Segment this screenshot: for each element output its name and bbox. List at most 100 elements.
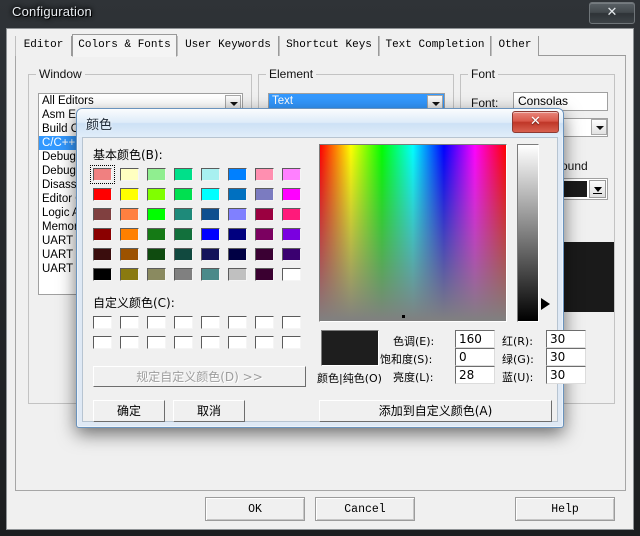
basic-color-swatch[interactable] [120, 268, 139, 281]
basic-color-swatch[interactable] [228, 208, 247, 221]
basic-color-swatch[interactable] [174, 208, 193, 221]
basic-color-swatch[interactable] [174, 248, 193, 261]
basic-color-swatch[interactable] [93, 268, 112, 281]
basic-color-swatch[interactable] [282, 188, 301, 201]
basic-color-swatch[interactable] [228, 248, 247, 261]
element-list-item-text[interactable]: Text [269, 94, 444, 108]
close-icon[interactable]: ✕ [512, 111, 559, 133]
basic-color-swatch[interactable] [282, 168, 301, 181]
color-dialog-titlebar: 颜色 ✕ [77, 109, 563, 137]
color-dialog-ok-button[interactable]: 确定 [93, 400, 165, 422]
add-to-custom-colors-button[interactable]: 添加到自定义颜色(A) [319, 400, 552, 422]
hue-label: 色调(E): [393, 335, 435, 348]
basic-color-swatch[interactable] [228, 268, 247, 281]
close-icon[interactable]: ✕ [589, 2, 635, 24]
basic-color-swatch[interactable] [255, 248, 274, 261]
custom-color-swatch[interactable] [93, 316, 112, 329]
basic-color-swatch[interactable] [93, 248, 112, 261]
basic-color-swatch[interactable] [147, 268, 166, 281]
help-button[interactable]: Help [515, 497, 615, 521]
define-custom-colors-button[interactable]: 规定自定义颜色(D) >> [93, 366, 306, 387]
basic-color-swatch[interactable] [255, 208, 274, 221]
saturation-input[interactable]: 0 [455, 348, 495, 366]
custom-color-swatch[interactable] [174, 316, 193, 329]
basic-color-swatch[interactable] [201, 188, 220, 201]
custom-color-swatch[interactable] [93, 336, 112, 349]
basic-color-swatch[interactable] [228, 228, 247, 241]
basic-color-swatch[interactable] [255, 188, 274, 201]
green-input[interactable]: 30 [546, 348, 586, 366]
basic-color-swatch[interactable] [93, 188, 112, 201]
tab-other[interactable]: Other [491, 36, 539, 56]
basic-color-swatch[interactable] [201, 268, 220, 281]
custom-color-swatch[interactable] [228, 316, 247, 329]
basic-color-swatch[interactable] [228, 168, 247, 181]
basic-color-swatch[interactable] [120, 168, 139, 181]
basic-color-swatch[interactable] [90, 165, 115, 184]
basic-color-swatch[interactable] [147, 228, 166, 241]
basic-color-swatch[interactable] [282, 268, 301, 281]
basic-color-swatch[interactable] [120, 208, 139, 221]
basic-color-swatch[interactable] [282, 248, 301, 261]
chevron-down-icon[interactable] [591, 119, 607, 135]
red-input[interactable]: 30 [546, 330, 586, 348]
custom-color-swatch[interactable] [255, 316, 274, 329]
basic-color-swatch[interactable] [174, 268, 193, 281]
basic-color-swatch[interactable] [201, 248, 220, 261]
custom-color-swatch[interactable] [201, 336, 220, 349]
tab-shortcut-keys[interactable]: Shortcut Keys [279, 36, 379, 56]
basic-colors-grid[interactable] [90, 165, 313, 288]
luminance-input[interactable]: 28 [455, 366, 495, 384]
basic-color-swatch[interactable] [255, 268, 274, 281]
custom-colors-grid[interactable] [93, 316, 313, 356]
window-list-item-all-editors[interactable]: All Editors [39, 94, 242, 108]
basic-color-swatch[interactable] [201, 228, 220, 241]
background-label: ound [561, 159, 588, 173]
blue-input[interactable]: 30 [546, 366, 586, 384]
basic-color-swatch[interactable] [120, 228, 139, 241]
chevron-down-icon[interactable] [589, 180, 606, 198]
basic-color-swatch[interactable] [282, 228, 301, 241]
basic-color-swatch[interactable] [174, 168, 193, 181]
basic-color-swatch[interactable] [201, 208, 220, 221]
custom-color-swatch[interactable] [255, 336, 274, 349]
luminance-slider-arrow[interactable] [541, 298, 550, 311]
basic-color-swatch[interactable] [174, 228, 193, 241]
blue-label: 蓝(U): [502, 371, 534, 384]
tab-user-keywords[interactable]: User Keywords [177, 36, 279, 56]
basic-color-swatch[interactable] [228, 188, 247, 201]
custom-color-swatch[interactable] [174, 336, 193, 349]
basic-color-swatch[interactable] [147, 208, 166, 221]
basic-color-swatch[interactable] [174, 188, 193, 201]
color-spectrum[interactable] [319, 144, 507, 322]
basic-color-swatch[interactable] [255, 168, 274, 181]
tab-colors-and-fonts[interactable]: Colors & Fonts [72, 34, 177, 57]
basic-color-swatch[interactable] [147, 168, 166, 181]
custom-color-swatch[interactable] [282, 336, 301, 349]
basic-color-swatch[interactable] [282, 208, 301, 221]
cancel-button[interactable]: Cancel [315, 497, 415, 521]
custom-color-swatch[interactable] [120, 316, 139, 329]
basic-color-swatch[interactable] [120, 188, 139, 201]
tab-text-completion[interactable]: Text Completion [379, 36, 491, 56]
custom-color-swatch[interactable] [201, 316, 220, 329]
basic-color-swatch[interactable] [147, 248, 166, 261]
luminance-slider[interactable] [517, 144, 539, 322]
custom-color-swatch[interactable] [120, 336, 139, 349]
basic-color-swatch[interactable] [201, 168, 220, 181]
saturation-gradient [320, 145, 506, 321]
custom-color-swatch[interactable] [228, 336, 247, 349]
tab-editor[interactable]: Editor [15, 36, 72, 56]
basic-color-swatch[interactable] [120, 248, 139, 261]
color-solid-preview[interactable] [321, 330, 379, 366]
ok-button[interactable]: OK [205, 497, 305, 521]
basic-color-swatch[interactable] [255, 228, 274, 241]
basic-color-swatch[interactable] [93, 208, 112, 221]
color-dialog-cancel-button[interactable]: 取消 [173, 400, 245, 422]
custom-color-swatch[interactable] [282, 316, 301, 329]
basic-color-swatch[interactable] [147, 188, 166, 201]
custom-color-swatch[interactable] [147, 336, 166, 349]
hue-input[interactable]: 160 [455, 330, 495, 348]
custom-color-swatch[interactable] [147, 316, 166, 329]
basic-color-swatch[interactable] [93, 228, 112, 241]
